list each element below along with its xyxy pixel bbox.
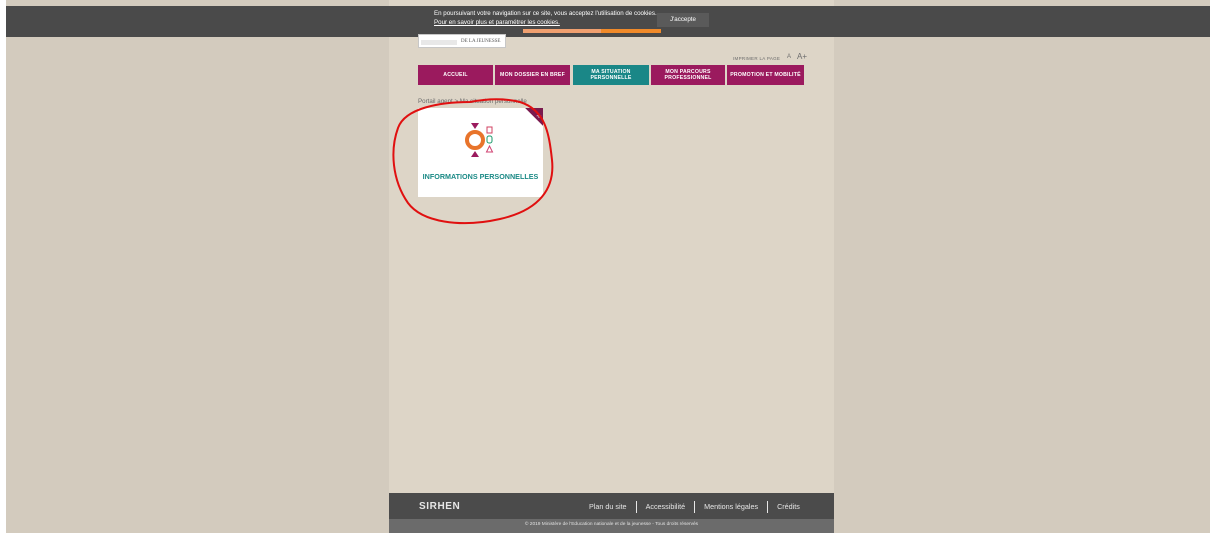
main-nav: ACCUEIL MON DOSSIER EN BREF MA SITUATION… [418, 65, 804, 85]
footer-link-credits[interactable]: Crédits [777, 502, 800, 511]
footer-links: Plan du site Accessibilité Mentions légale… [589, 501, 800, 513]
nav-mon-dossier[interactable]: MON DOSSIER EN BREF [495, 65, 570, 85]
footer-bottom-bar: © 2019 Ministère de l'Education national… [389, 519, 834, 533]
personal-info-icon [465, 123, 494, 157]
cookie-settings-link[interactable]: Pour en savoir plus et paramétrer les co… [434, 18, 657, 27]
background-left [6, 0, 389, 533]
footer-separator [767, 501, 769, 513]
copyright-text: © 2019 Ministère de l'Education national… [524, 522, 699, 527]
ministry-logo-text: DE LA JEUNESSE [461, 39, 501, 44]
nav-promotion[interactable]: PROMOTION ET MOBILITÉ [727, 65, 804, 85]
portal-logo[interactable] [523, 28, 663, 40]
cookie-message: En poursuivant votre navigation sur ce s… [434, 9, 657, 27]
footer-link-accessibilite[interactable]: Accessibilité [646, 502, 686, 511]
font-increase-button[interactable]: A+ [797, 52, 807, 61]
footer-link-mentions[interactable]: Mentions légales [704, 502, 758, 511]
background-right [834, 0, 1210, 533]
nav-ma-situation[interactable]: MA SITUATION PERSONNELLE [573, 65, 649, 85]
window-edge-right [1210, 0, 1215, 533]
sirhen-logo[interactable]: SIRHEN [419, 501, 460, 512]
font-decrease-button[interactable]: A [787, 54, 791, 60]
footer-separator [635, 501, 637, 513]
footer-separator [694, 501, 696, 513]
cookie-accept-button[interactable]: J'accepte [657, 13, 709, 27]
print-page-link[interactable]: IMPRIMER LA PAGE [733, 56, 780, 61]
informations-personnelles-tile[interactable]: + INFORMATIONS PERSONNELLES [418, 108, 543, 197]
ministry-logo[interactable]: DE LA JEUNESSE [418, 34, 506, 48]
nav-accueil[interactable]: ACCUEIL [418, 65, 493, 85]
ministry-logo-mark [421, 40, 457, 45]
tile-corner-symbol: + [536, 112, 542, 120]
footer-link-plan[interactable]: Plan du site [589, 502, 627, 511]
tile-label: INFORMATIONS PERSONNELLES [422, 172, 539, 181]
tile-corner-plus-icon[interactable]: + [525, 108, 543, 126]
cookie-message-text: En poursuivant votre navigation sur ce s… [434, 10, 657, 17]
breadcrumb[interactable]: Portail agent > Ma situation personnelle [418, 98, 527, 105]
nav-mon-parcours[interactable]: MON PARCOURS PROFESSIONNEL [651, 65, 725, 85]
footer: SIRHEN Plan du site Accessibilité Mentions… [389, 493, 834, 519]
portal-logo-graphic [523, 28, 661, 33]
